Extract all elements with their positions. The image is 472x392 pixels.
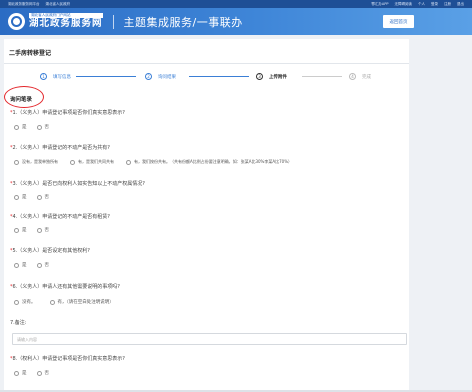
step-label: 询问结果	[158, 74, 176, 80]
radio-button-icon[interactable]	[14, 227, 19, 233]
back-home-button[interactable]: 返回首页	[383, 15, 414, 28]
question-4-options: 是 否	[14, 227, 49, 233]
question-2: *2.（义务人）申请登记的不动产是否为共有?	[10, 145, 110, 151]
radio-button-icon[interactable]	[36, 227, 42, 233]
radio-button-icon[interactable]	[14, 299, 19, 305]
radio-option[interactable]: 否	[36, 370, 49, 376]
top-utility-bar: 湖北政务服务网平台 湖北省人民政府 鄂汇办APP 无障碍阅读 个人 登录 注册 …	[0, 0, 472, 8]
step-label: 上传附件	[269, 74, 287, 80]
radio-option[interactable]: 否	[36, 262, 49, 268]
header-divider	[112, 14, 114, 29]
step-number: 1	[40, 73, 47, 80]
question-3: *3.（义务人）是否已向权利人如实告知以上不动产权属情况?	[10, 181, 145, 187]
question-1: *1.（义务人）申请登记事项是否你们真实意思表示?	[10, 110, 125, 116]
question-3-options: 是 否	[14, 194, 49, 200]
radio-button-icon[interactable]	[14, 370, 19, 376]
topbar-register-link[interactable]: 注册	[444, 2, 451, 7]
question-6-options: 没有。 有，（请在空白处注明说明）	[14, 299, 114, 305]
step-complete: 4 完成	[349, 73, 371, 80]
question-5: *5.（义务人）是否设定有其他权利?	[10, 248, 90, 254]
radio-option[interactable]: 是	[14, 194, 27, 200]
radio-button-icon[interactable]	[36, 370, 42, 376]
radio-option[interactable]: 是	[14, 262, 27, 268]
radio-option[interactable]: 有，（请在空白处注明说明）	[49, 299, 114, 305]
question-8-options: 是 否	[14, 370, 49, 376]
topbar-app-link[interactable]: 鄂汇办APP	[371, 2, 388, 7]
step-inquiry-result[interactable]: 2 询问结果	[145, 73, 176, 80]
radio-button-icon[interactable]	[14, 194, 19, 200]
site-logo[interactable]: 湖北省人民政府门户网站 湖北政务服务网	[8, 13, 103, 30]
question-4: *4.（义务人）申请登记的不动产是否有租赁?	[10, 214, 110, 220]
radio-option[interactable]: 没有。	[14, 299, 36, 305]
topbar-site-link[interactable]: 湖北政务服务网平台	[8, 2, 40, 7]
page-heading: 主题集成服务/一事联办	[123, 15, 243, 29]
radio-option[interactable]: 否	[36, 227, 49, 233]
highlight-circle	[4, 86, 44, 108]
remarks-textarea[interactable]: 请输入内容	[12, 333, 407, 345]
radio-option[interactable]: 否	[36, 124, 49, 130]
topbar-logout-link[interactable]: 退出	[457, 2, 464, 7]
radio-button-icon[interactable]	[14, 159, 19, 165]
step-upload[interactable]: 3 上传附件	[256, 73, 287, 80]
panel-divider	[4, 63, 409, 64]
radio-button-icon[interactable]	[49, 299, 55, 305]
logo-title: 湖北政务服务网	[29, 18, 103, 29]
radio-option[interactable]: 是	[14, 227, 27, 233]
radio-button-icon[interactable]	[70, 159, 75, 165]
topbar-gov-link[interactable]: 湖北省人民政府	[46, 2, 71, 7]
step-number: 4	[349, 73, 356, 80]
step-label: 填写信息	[53, 74, 71, 80]
form-panel: 二手房转移登记 1 填写信息 2 询问结果 3 上传附件 4 完成 询问笔录 *…	[4, 39, 409, 392]
step-number: 2	[145, 73, 152, 80]
radio-button-icon[interactable]	[126, 159, 131, 165]
radio-option[interactable]: 没有，是我单独所有	[14, 159, 58, 165]
radio-option[interactable]: 有，我们按份共有。（共有份额A比例占份要注意明确，如：张某A比30%李某A比70…	[126, 159, 292, 165]
emblem-icon	[8, 13, 25, 30]
topbar-accessibility-link[interactable]: 无障碍阅读	[395, 2, 413, 7]
radio-option[interactable]: 是	[14, 124, 27, 130]
question-8: *8.（权利人）申请登记事项是否你们真实意思表示?	[10, 356, 125, 362]
topbar-personal-link[interactable]: 个人	[418, 2, 425, 7]
topbar-login-link[interactable]: 登录	[431, 2, 438, 7]
step-fill-info[interactable]: 1 填写信息	[40, 73, 71, 80]
step-connector	[76, 76, 136, 77]
question-5-options: 是 否	[14, 262, 49, 268]
radio-button-icon[interactable]	[36, 194, 42, 200]
radio-option[interactable]: 是	[14, 370, 27, 376]
step-connector	[189, 76, 249, 77]
radio-button-icon[interactable]	[14, 124, 19, 130]
site-header: 湖北省人民政府门户网站 湖北政务服务网 主题集成服务/一事联办 返回首页	[0, 8, 472, 35]
panel-title: 二手房转移登记	[9, 50, 52, 57]
step-connector	[302, 76, 342, 77]
radio-button-icon[interactable]	[36, 124, 42, 130]
question-7: 7.备注:	[10, 320, 27, 326]
radio-option[interactable]: 有，是我们共同共有	[70, 159, 114, 165]
radio-option[interactable]: 否	[36, 194, 49, 200]
question-2-options: 没有，是我单独所有 有，是我们共同共有 有，我们按份共有。（共有份额A比例占份要…	[14, 159, 292, 165]
question-1-options: 是 否	[14, 124, 49, 130]
step-label: 完成	[362, 74, 371, 80]
question-6: *6.（义务人）申请人还有其他需要说明的事项吗?	[10, 284, 120, 290]
step-number: 3	[256, 73, 263, 80]
radio-button-icon[interactable]	[14, 262, 19, 268]
radio-button-icon[interactable]	[36, 262, 42, 268]
